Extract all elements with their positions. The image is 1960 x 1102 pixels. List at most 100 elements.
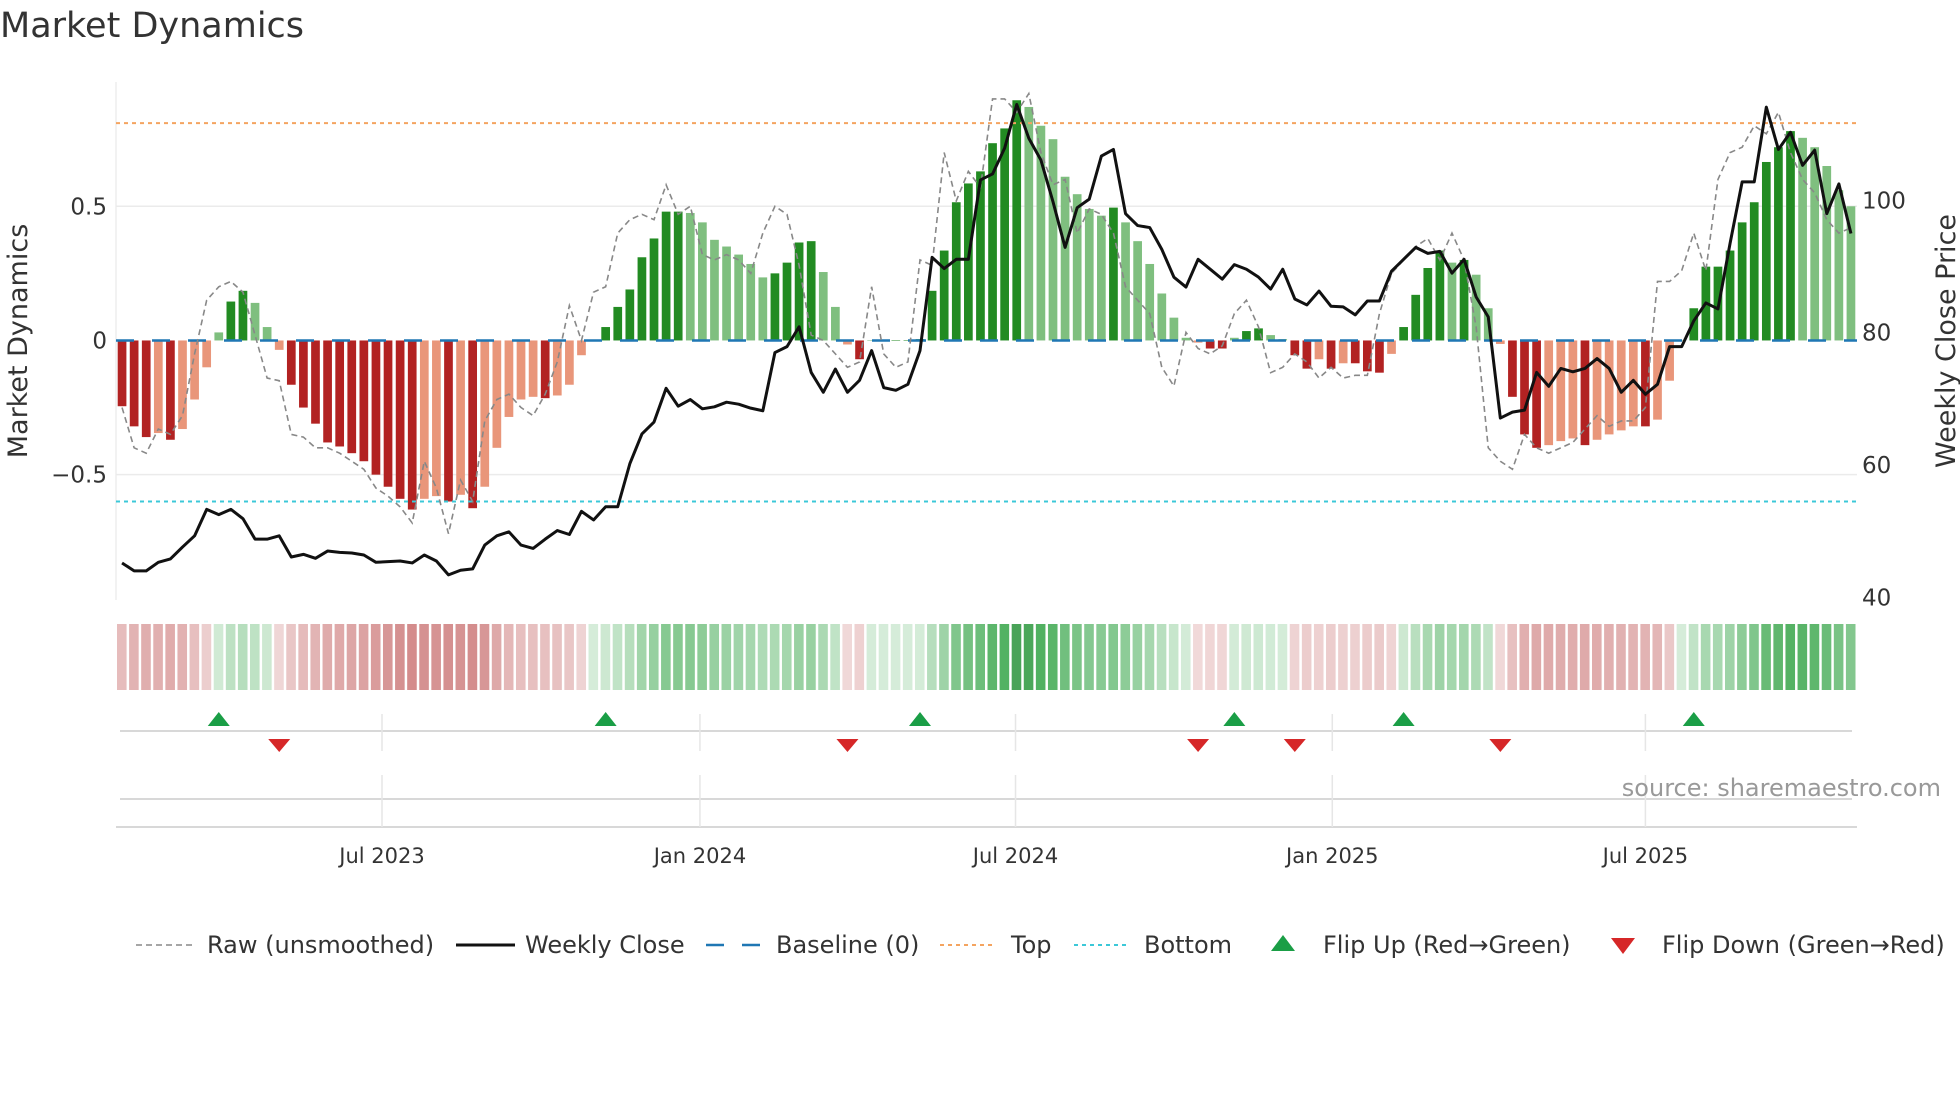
- regime-cell: [1845, 624, 1856, 690]
- regime-cell: [1761, 624, 1771, 690]
- dynamics-bar: [1508, 340, 1517, 397]
- dynamics-bar: [1435, 250, 1445, 341]
- regime-cell: [1132, 624, 1143, 690]
- regime-cell: [1096, 624, 1106, 690]
- dynamics-bar: [1157, 293, 1167, 341]
- dynamics-bar: [383, 340, 393, 487]
- dynamics-bar: [1000, 128, 1009, 341]
- dynamics-bar: [1641, 340, 1650, 427]
- regime-cell: [274, 624, 284, 690]
- dynamics-bar: [262, 327, 272, 341]
- regime-cell: [1628, 624, 1638, 690]
- regime-cell: [479, 624, 490, 690]
- regime-cell: [1338, 624, 1348, 690]
- regime-cell: [842, 624, 853, 690]
- regime-cell: [1350, 624, 1360, 690]
- flip-up-marker: [594, 712, 617, 726]
- regime-cell: [1567, 624, 1578, 690]
- x-tick-label: Jan 2024: [652, 844, 747, 868]
- dynamics-bar: [528, 340, 538, 397]
- regime-cell: [769, 624, 780, 690]
- dynamics-bar: [722, 246, 731, 341]
- legend-label: Baseline (0): [776, 931, 919, 959]
- y2-tick-label: 40: [1862, 585, 1891, 611]
- dynamics-bar: [456, 340, 465, 495]
- regime-cell: [1253, 624, 1264, 690]
- regime-cell: [1374, 624, 1384, 690]
- regime-cell: [201, 624, 212, 690]
- dynamics-bar: [818, 272, 828, 341]
- market-dynamics-chart: 0.50−0.5100806040 Jul 2023 Jan 2024 Jul 20…: [3, 82, 1960, 959]
- regime-cell: [1640, 624, 1650, 690]
- regime-cell: [1072, 624, 1082, 690]
- regime-cell: [576, 624, 587, 690]
- regime-cell: [129, 624, 139, 690]
- dynamics-bar: [734, 254, 744, 341]
- regime-cell: [963, 624, 973, 690]
- regime-cell: [1737, 624, 1747, 690]
- regime-cell: [1749, 624, 1759, 690]
- regime-cell: [358, 624, 369, 690]
- regime-cell: [1809, 624, 1820, 690]
- regime-cell: [1688, 624, 1699, 690]
- dynamics-bar: [565, 340, 574, 385]
- flip-up-marker: [1392, 712, 1415, 726]
- regime-cell: [1362, 624, 1372, 690]
- dynamics-bar: [1121, 222, 1130, 341]
- regime-cell: [1519, 624, 1530, 690]
- dynamics-bar: [1302, 340, 1312, 369]
- flip-down-marker: [1187, 739, 1210, 752]
- y2-axis-title: Weekly Close Price: [1931, 214, 1960, 468]
- regime-cell: [1833, 624, 1844, 690]
- regime-cell: [673, 624, 683, 690]
- regime-cell: [141, 624, 151, 690]
- regime-cell: [1156, 624, 1167, 690]
- dynamics-bars: [117, 100, 1856, 510]
- y-tick-label: −0.5: [51, 463, 107, 489]
- regime-cell: [165, 624, 175, 690]
- dynamics-bar: [1834, 190, 1844, 341]
- regime-cell: [1277, 624, 1288, 690]
- regime-cell: [467, 624, 478, 690]
- dynamics-bar: [758, 277, 768, 341]
- dynamics-bar: [166, 340, 175, 440]
- x-tick-label: Jul 2023: [337, 844, 424, 868]
- x-tick-label: Jul 2024: [971, 844, 1058, 868]
- dynamics-bar: [299, 340, 308, 408]
- dynamics-bar: [1798, 137, 1807, 341]
- regime-cell: [419, 624, 429, 690]
- regime-cell: [1616, 624, 1626, 690]
- regime-cell: [721, 624, 732, 690]
- regime-cell: [1712, 624, 1723, 690]
- dynamics-bar: [1532, 340, 1541, 448]
- dynamics-bar: [649, 238, 659, 341]
- dynamics-bar: [613, 306, 623, 341]
- dynamics-bar: [1411, 294, 1421, 341]
- regime-cell: [346, 624, 357, 690]
- regime-cell: [866, 624, 877, 690]
- dynamics-bar: [770, 273, 780, 341]
- regime-cell: [794, 624, 804, 690]
- dynamics-bar: [214, 332, 224, 341]
- regime-cell: [1797, 624, 1808, 690]
- regime-cell: [1495, 624, 1505, 690]
- dynamics-bar: [407, 340, 417, 510]
- dynamics-bar: [806, 241, 816, 341]
- dynamics-bar: [395, 340, 405, 499]
- regime-cell: [443, 624, 454, 690]
- dynamics-bar: [1326, 340, 1336, 369]
- regime-cell: [878, 624, 889, 690]
- dynamics-bar: [1097, 215, 1106, 341]
- regime-cell: [153, 624, 163, 690]
- regime-cell: [1725, 624, 1735, 690]
- dynamics-bar: [1556, 340, 1566, 442]
- dynamics-bar: [444, 340, 453, 502]
- regime-cell: [1483, 624, 1493, 690]
- dynamics-bar: [1181, 337, 1191, 341]
- regime-cell: [600, 624, 611, 690]
- dynamics-bar: [1580, 340, 1590, 446]
- regime-cell: [1313, 624, 1324, 690]
- x-tick-label: Jul 2025: [1601, 844, 1688, 868]
- legend-label: Flip Down (Green→Red): [1662, 931, 1945, 959]
- regime-cell: [830, 624, 840, 690]
